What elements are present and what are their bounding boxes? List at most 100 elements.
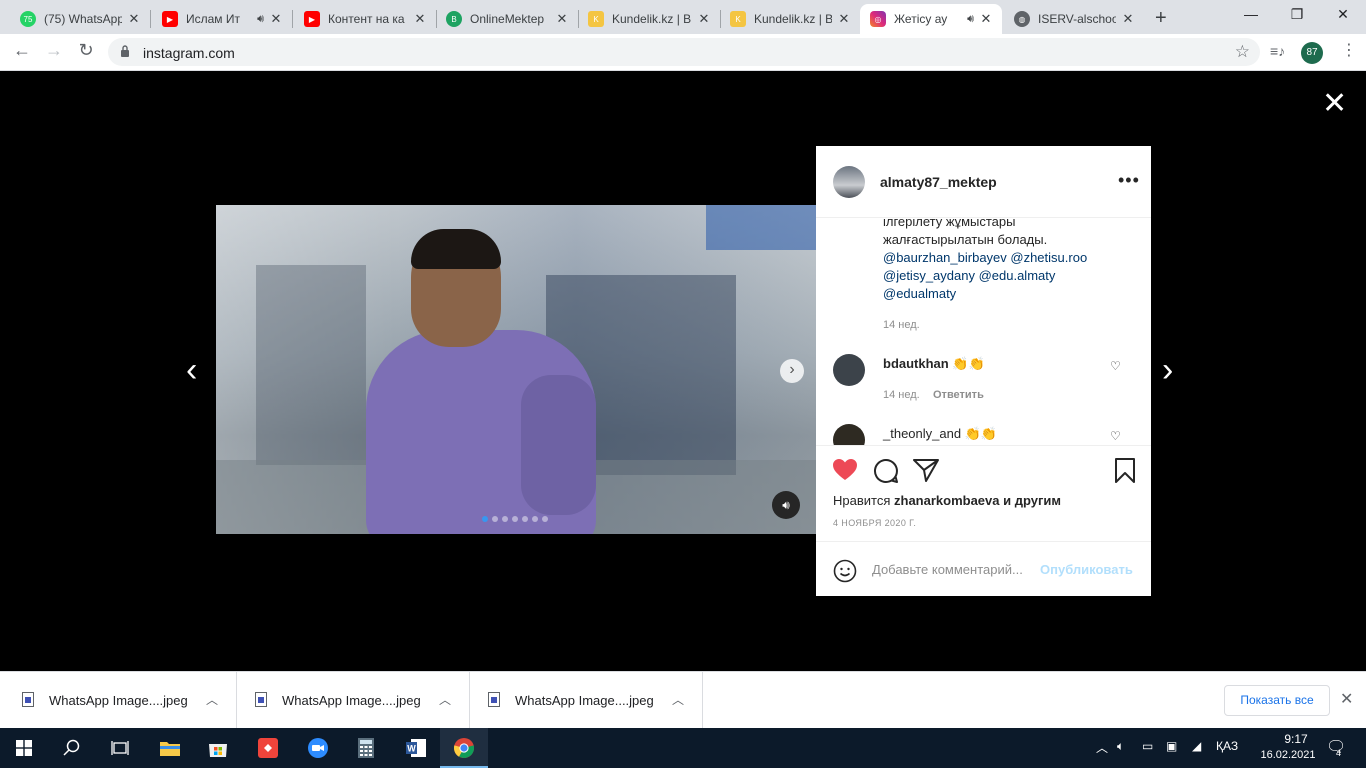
reload-button[interactable]: ↻ — [74, 40, 98, 61]
previous-post-icon[interactable]: ‹ — [186, 353, 197, 387]
media-control-icon[interactable]: ≡♪ — [1270, 43, 1285, 59]
tab-iserv[interactable]: ◍ ISERV-alschoo ✕ — [1004, 4, 1144, 34]
whatsapp-icon: 75 — [20, 11, 36, 27]
speaker-icon[interactable]: 🔊︎ — [772, 491, 800, 519]
tab-whatsapp[interactable]: 75 (75) WhatsApp ✕ — [10, 4, 150, 34]
close-tab-icon[interactable]: ✕ — [836, 11, 852, 27]
chevron-up-icon[interactable]: ︿ — [439, 691, 451, 708]
tab-kundelik-2[interactable]: K Kundelik.kz | B ✕ — [720, 4, 860, 34]
tab-youtube-content[interactable]: ▶ Контент на ка ✕ — [294, 4, 436, 34]
next-post-icon[interactable]: › — [1162, 353, 1173, 387]
post-actions: Нравится zhanarkombaeva и другим 4 НОЯБР… — [816, 445, 1151, 541]
close-tab-icon[interactable]: ✕ — [554, 11, 570, 27]
chrome-button[interactable] — [440, 728, 488, 768]
caption-time[interactable]: 14 нед. — [883, 319, 920, 331]
anydesk-button[interactable] — [244, 728, 292, 768]
carousel-dot — [482, 516, 488, 522]
new-tab-button[interactable]: + — [1155, 7, 1167, 30]
forward-button[interactable]: → — [42, 40, 66, 61]
like-comment-icon[interactable]: ♡ — [1110, 359, 1121, 373]
tab-instagram-active[interactable]: ◎ Жетісу ау 🔊︎ ✕ — [860, 4, 1002, 34]
chevron-up-icon[interactable]: ︿ — [672, 691, 684, 708]
caption-mentions[interactable]: @baurzhan_birbayev @zhetisu.roo — [883, 250, 1087, 265]
clock-date[interactable]: 16.02.2021 — [1252, 749, 1324, 761]
likes-summary[interactable]: Нравится zhanarkombaeva и другим — [833, 493, 1061, 508]
search-button[interactable] — [48, 728, 96, 768]
word-button[interactable]: W — [392, 728, 440, 768]
start-button[interactable] — [0, 728, 48, 768]
tab-youtube-islam[interactable]: ▶ Ислам Ит 🔊︎ ✕ — [152, 4, 292, 34]
show-all-downloads-button[interactable]: Показать все — [1224, 685, 1330, 716]
file-explorer-button[interactable] — [146, 728, 194, 768]
network-icon[interactable]: ◢ — [1192, 739, 1201, 753]
speaker-icon[interactable]: 🔊︎ — [257, 13, 264, 26]
zoom-button[interactable] — [294, 728, 342, 768]
calculator-button[interactable] — [342, 728, 390, 768]
store-button[interactable] — [194, 728, 242, 768]
carousel-dot — [542, 516, 548, 522]
tab-title: OnlineMektep — [470, 12, 545, 26]
heart-icon[interactable] — [832, 458, 858, 482]
carousel-dot — [492, 516, 498, 522]
speaker-icon[interactable]: 🔊︎ — [967, 13, 974, 26]
like-comment-icon[interactable]: ♡ — [1110, 429, 1121, 443]
volume-icon[interactable]: 🔈︎ — [1117, 739, 1124, 754]
publish-button[interactable]: Опубликовать — [1040, 562, 1133, 577]
avatar[interactable] — [833, 424, 865, 445]
language-indicator[interactable]: ҚАЗ — [1216, 739, 1238, 753]
show-hidden-icons[interactable]: ︿ — [1096, 739, 1108, 756]
carousel-dots — [482, 516, 548, 522]
back-button[interactable]: ← — [10, 40, 34, 61]
post-username[interactable]: almaty87_mektep — [880, 174, 997, 190]
close-modal-icon[interactable]: ✕ — [1322, 89, 1347, 119]
bookmark-star-icon[interactable]: ☆ — [1235, 42, 1250, 62]
carousel-next-icon[interactable]: › — [780, 359, 804, 383]
comment-input[interactable]: Добавьте комментарий... — [872, 562, 1023, 577]
youtube-icon: ▶ — [304, 11, 320, 27]
calculator-icon — [358, 738, 374, 758]
comment-username[interactable]: _theonly_and 👏👏 — [883, 426, 997, 442]
caption-line: ілгерілету жұмыстары — [883, 218, 1016, 229]
browser-toolbar: ← → ↻ instagram.com ☆ ≡♪ 87 ⋮ — [0, 34, 1366, 71]
window-close-button[interactable]: ✕ — [1320, 6, 1366, 23]
close-tab-icon[interactable]: ✕ — [412, 11, 428, 27]
download-item[interactable]: WhatsApp Image....jpeg ︿ — [237, 672, 470, 729]
more-options-icon[interactable]: ••• — [1118, 170, 1140, 191]
minimize-button[interactable]: — — [1228, 6, 1274, 22]
close-tab-icon[interactable]: ✕ — [978, 11, 994, 27]
battery-icon[interactable]: ▭ — [1142, 739, 1153, 753]
tab-title: Жетісу ау — [894, 12, 948, 26]
emoji-icon[interactable] — [833, 559, 857, 583]
avatar[interactable] — [833, 354, 865, 386]
profile-avatar[interactable]: 87 — [1301, 42, 1323, 64]
share-icon[interactable] — [913, 458, 939, 482]
image-file-icon — [255, 692, 267, 707]
comment-time[interactable]: 14 нед. — [883, 389, 920, 401]
maximize-button[interactable]: ❐ — [1274, 6, 1320, 23]
avatar[interactable] — [833, 166, 865, 198]
meet-now-icon[interactable]: ▣ — [1166, 739, 1177, 753]
task-view-button[interactable] — [96, 728, 144, 768]
zoom-icon — [308, 738, 328, 758]
close-tab-icon[interactable]: ✕ — [268, 11, 284, 27]
address-bar[interactable]: instagram.com ☆ — [108, 38, 1260, 66]
tab-kundelik-1[interactable]: K Kundelik.kz | B ✕ — [578, 4, 720, 34]
chevron-up-icon[interactable]: ︿ — [206, 691, 218, 708]
comment-username[interactable]: bdautkhan 👏👏 — [883, 356, 985, 372]
close-tab-icon[interactable]: ✕ — [126, 11, 142, 27]
download-item[interactable]: WhatsApp Image....jpeg ︿ — [470, 672, 703, 729]
reply-link[interactable]: Ответить — [933, 389, 984, 401]
clock-time[interactable]: 9:17 — [1268, 732, 1324, 746]
tab-onlinemektep[interactable]: B OnlineMektep ✕ — [436, 4, 578, 34]
caption-mentions[interactable]: @jetisy_aydany @edu.almaty — [883, 268, 1055, 283]
download-item[interactable]: WhatsApp Image....jpeg ︿ — [4, 672, 237, 729]
close-download-bar-icon[interactable]: ✕ — [1340, 689, 1353, 709]
post-video[interactable]: › 🔊︎ — [216, 205, 816, 534]
comment-icon[interactable] — [873, 458, 899, 484]
caption-mentions[interactable]: @edualmaty — [883, 286, 956, 301]
close-tab-icon[interactable]: ✕ — [1120, 11, 1136, 27]
browser-menu-icon[interactable]: ⋮ — [1341, 40, 1357, 60]
post-date[interactable]: 4 НОЯБРЯ 2020 Г. — [833, 518, 916, 528]
bookmark-icon[interactable] — [1114, 458, 1136, 484]
close-tab-icon[interactable]: ✕ — [696, 11, 712, 27]
